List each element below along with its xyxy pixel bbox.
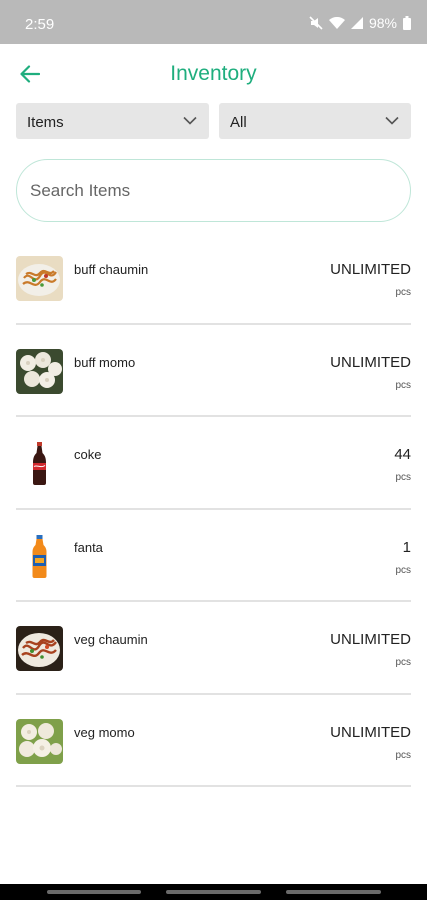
search-input[interactable] (30, 178, 390, 204)
item-name: buff chaumin (74, 262, 149, 277)
item-quantity: UNLIMITED (330, 631, 411, 648)
coke-bottle-image (16, 441, 63, 486)
item-quantity: UNLIMITED (330, 353, 411, 371)
item-quantity: UNLIMITED (330, 261, 411, 278)
chevron-down-icon (183, 116, 197, 125)
item-name: veg momo (74, 724, 135, 740)
back-handle[interactable] (286, 890, 381, 894)
page-title: Inventory (170, 62, 257, 85)
fanta-bottle-image (16, 533, 63, 579)
momo-image (16, 718, 63, 764)
search-box[interactable] (16, 159, 411, 222)
list-item[interactable]: buff momo UNLIMITED pcs (16, 325, 411, 417)
signal-icon (350, 17, 363, 29)
item-name: buff momo (74, 354, 136, 370)
category-dropdown[interactable]: All (219, 103, 411, 139)
inventory-list: buff chaumin UNLIMITED pcs buff momo UNL… (16, 232, 411, 787)
item-quantity: 1 (402, 538, 411, 556)
app-header: Inventory (0, 44, 427, 102)
item-unit: pcs (395, 287, 411, 298)
battery-icon (403, 16, 411, 30)
item-quantity: UNLIMITED (330, 723, 411, 741)
item-unit: pcs (395, 749, 411, 761)
list-item[interactable]: coke 44 pcs (16, 417, 411, 510)
item-unit: pcs (395, 379, 411, 391)
battery-percent: 98% (368, 15, 397, 31)
mute-icon (309, 16, 323, 30)
noodles-image (16, 256, 63, 301)
list-item[interactable]: veg momo UNLIMITED pcs (16, 695, 411, 787)
item-unit: pcs (395, 472, 411, 483)
item-name: fanta (74, 539, 103, 555)
item-unit: pcs (395, 564, 411, 576)
list-item[interactable]: buff chaumin UNLIMITED pcs (16, 232, 411, 325)
recent-apps-handle[interactable] (47, 890, 141, 894)
status-icons: 98% (309, 15, 411, 31)
wifi-icon (328, 16, 345, 30)
type-dropdown[interactable]: Items (16, 103, 209, 139)
item-unit: pcs (395, 657, 411, 668)
status-time: 2:59 (25, 16, 55, 33)
item-quantity: 44 (394, 446, 411, 463)
category-dropdown-value: All (230, 114, 247, 131)
type-dropdown-value: Items (27, 114, 64, 131)
list-item[interactable]: veg chaumin UNLIMITED pcs (16, 602, 411, 695)
chevron-down-icon (385, 116, 399, 125)
noodles-image (16, 626, 63, 671)
system-nav-bar (0, 884, 427, 900)
home-handle[interactable] (166, 890, 261, 894)
list-item[interactable]: fanta 1 pcs (16, 510, 411, 602)
item-name: coke (74, 447, 102, 462)
status-bar: 2:59 98% (0, 0, 427, 44)
item-name: veg chaumin (74, 632, 148, 647)
momo-image (16, 348, 63, 394)
